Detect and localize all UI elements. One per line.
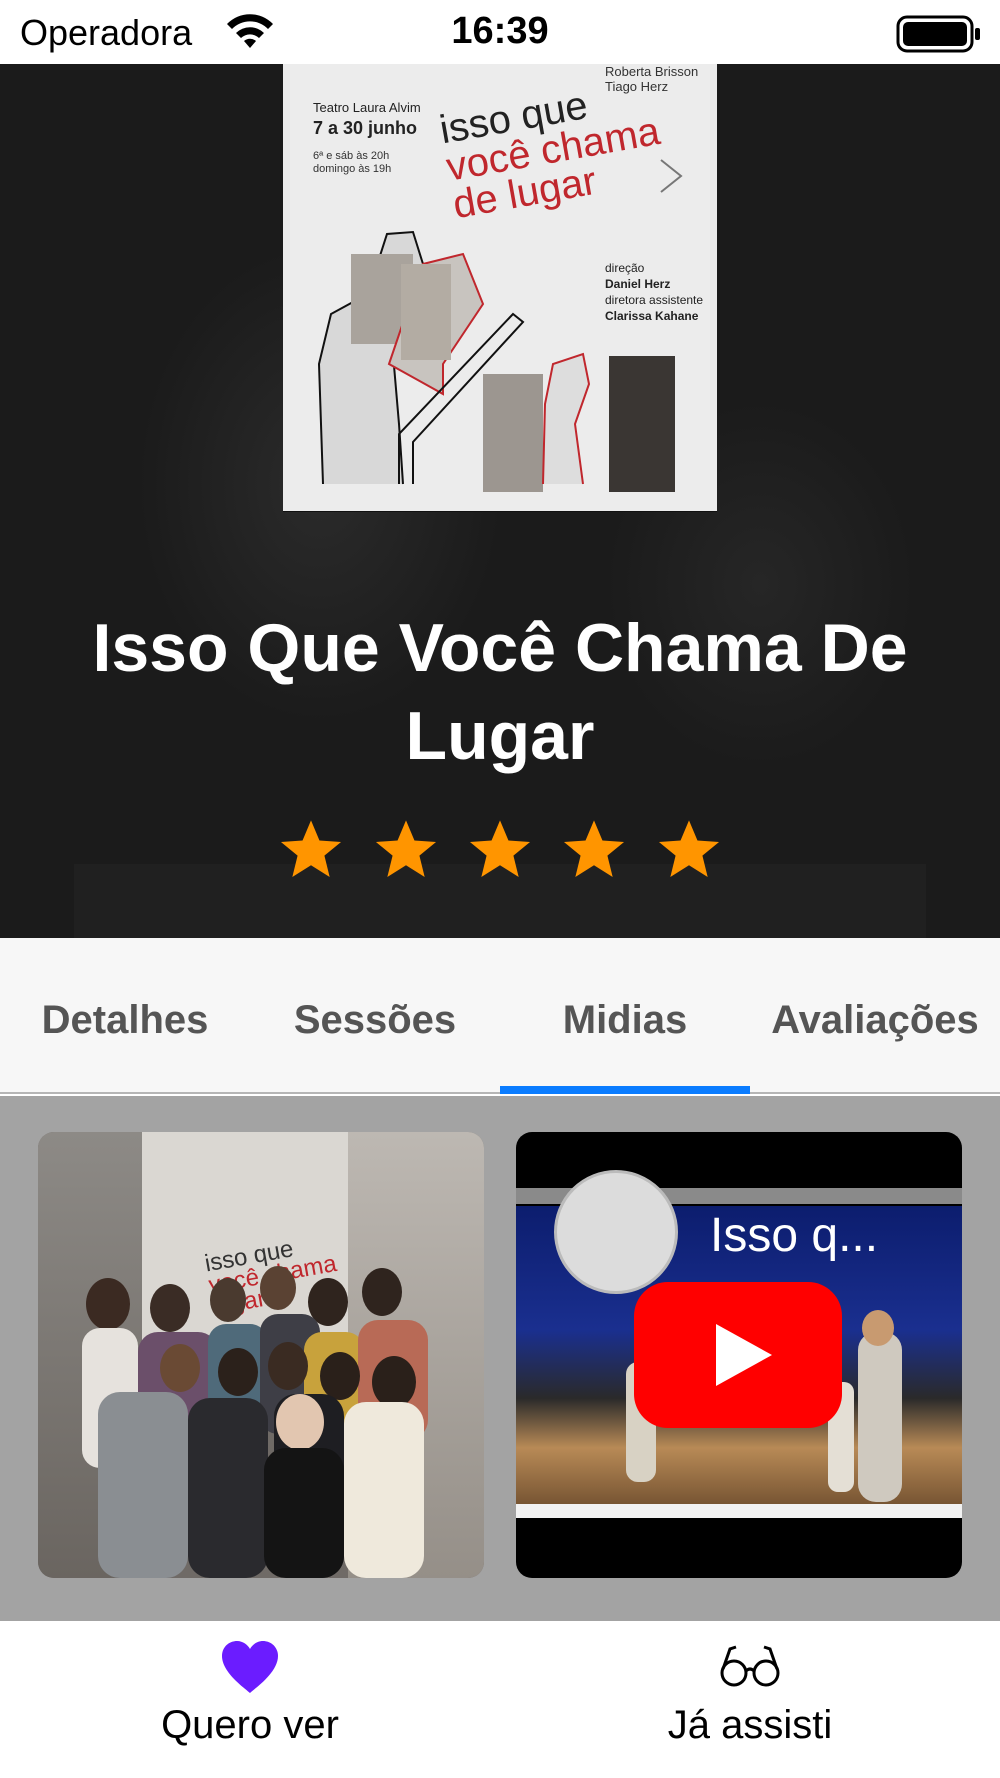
status-bar: Operadora 16:39 — [0, 0, 1000, 64]
tab-details[interactable]: Detalhes — [0, 990, 250, 1050]
show-poster[interactable]: Roberta Brisson Tiago Herz Teatro Laura … — [283, 64, 717, 512]
glasses-icon — [720, 1645, 780, 1687]
selected-tab-indicator — [500, 1086, 750, 1094]
channel-avatar — [554, 1170, 678, 1294]
media-grid: isso que você chama lugar — [0, 1096, 1000, 1621]
video-title: Isso q... — [710, 1209, 879, 1262]
already-watched-button[interactable]: Já assisti — [500, 1639, 1000, 1748]
tab-reviews[interactable]: Avaliações — [750, 990, 1000, 1050]
already-watched-label: Já assisti — [667, 1703, 833, 1747]
bottom-action-bar: Quero ver Já assisti — [0, 1621, 1000, 1778]
show-title: Isso Que Você Chama De Lugar — [92, 610, 908, 774]
want-to-see-button[interactable]: Quero ver — [0, 1639, 500, 1748]
tab-media[interactable]: Midias — [500, 990, 750, 1050]
poster-artwork — [283, 159, 717, 512]
rating-stars — [0, 816, 1000, 886]
star-icon — [564, 820, 625, 877]
star-icon — [375, 820, 436, 877]
want-to-see-label: Quero ver — [161, 1703, 339, 1747]
battery-icon — [896, 15, 980, 53]
media-video[interactable]: Isso q... — [516, 1132, 962, 1578]
star-icon — [281, 820, 342, 877]
group-photo-people — [82, 1266, 428, 1578]
tab-sessions[interactable]: Sessões — [250, 990, 500, 1050]
video-bottom-bar — [516, 1504, 962, 1518]
star-icon — [658, 820, 719, 877]
segmented-tabs: Detalhes Sessões Midias Avaliações — [0, 938, 1000, 1094]
star-icon — [469, 820, 531, 877]
heart-icon — [222, 1641, 278, 1693]
media-photo[interactable]: isso que você chama lugar — [38, 1132, 484, 1578]
play-icon[interactable] — [634, 1282, 842, 1428]
status-time: 16:39 — [451, 10, 549, 52]
show-header: Roberta Brisson Tiago Herz Teatro Laura … — [0, 64, 1000, 938]
